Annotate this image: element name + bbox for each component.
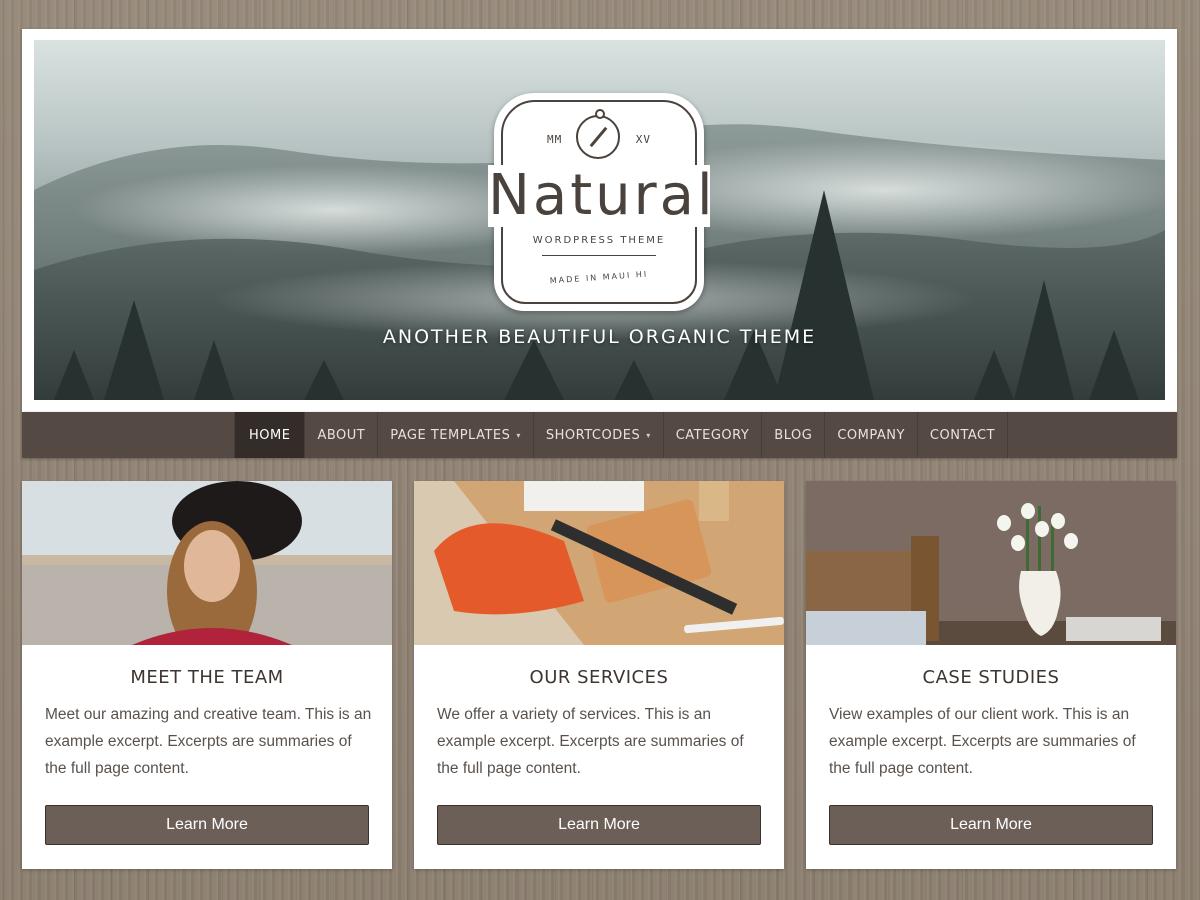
feature-card-case-studies: CASE STUDIES View examples of our client… [806,481,1176,869]
nav-item-page-templates[interactable]: PAGE TEMPLATES ▾ [378,412,534,458]
nav-item-label: BLOG [774,427,813,443]
nav-item-label: ABOUT [317,427,366,443]
site-logo[interactable]: MM XV Natural WORDPRESS THEME MADE IN MA… [488,93,713,311]
compass-icon [576,109,620,159]
hero-banner: MM XV Natural WORDPRESS THEME MADE IN MA… [34,40,1165,400]
feature-card-services: OUR SERVICES We offer a variety of servi… [414,481,784,869]
card-title: CASE STUDIES [922,667,1060,688]
logo-subtitle: WORDPRESS THEME [532,235,666,246]
site-tagline: ANOTHER BEAUTIFUL ORGANIC THEME [382,326,817,348]
site-header: MM XV Natural WORDPRESS THEME MADE IN MA… [22,29,1177,412]
services-photo[interactable] [414,481,784,645]
nav-item-company[interactable]: COMPANY [825,412,918,458]
logo-title: Natural [488,163,716,228]
nav-item-contact[interactable]: CONTACT [918,412,1009,458]
logo-roman-left: MM [547,133,563,146]
chevron-down-icon: ▾ [646,430,651,440]
card-excerpt: View examples of our client work. This i… [829,706,1136,777]
card-excerpt: Meet our amazing and creative team. This… [45,706,372,777]
logo-divider [542,255,656,256]
flower-vase-image [806,481,1176,645]
card-excerpt: We offer a variety of services. This is … [437,706,744,777]
learn-more-button[interactable]: Learn More [45,805,369,845]
feature-card-team: MEET THE TEAM Meet our amazing and creat… [22,481,392,869]
nav-item-label: SHORTCODES [545,427,641,443]
team-photo[interactable] [22,481,392,645]
main-navigation: HOME ABOUT PAGE TEMPLATES ▾ SHORTCODES ▾ C… [22,412,1177,458]
desk-workspace-image [414,481,784,645]
nav-item-label: PAGE TEMPLATES [390,427,511,443]
nav-item-blog[interactable]: BLOG [762,412,826,458]
nav-item-home[interactable]: HOME [235,412,306,458]
nav-item-label: COMPANY [837,427,905,443]
card-title: MEET THE TEAM [130,667,284,688]
learn-more-button[interactable]: Learn More [437,805,761,845]
logo-roman-right: XV [635,133,651,146]
chevron-down-icon: ▾ [516,430,521,440]
nav-item-label: CATEGORY [675,427,750,443]
nav-item-about[interactable]: ABOUT [305,412,379,458]
card-title: OUR SERVICES [529,667,669,688]
nav-item-label: CONTACT [929,427,996,443]
nav-menu: HOME ABOUT PAGE TEMPLATES ▾ SHORTCODES ▾ C… [234,412,1009,458]
nav-item-category[interactable]: CATEGORY [664,412,763,458]
learn-more-button[interactable]: Learn More [829,805,1153,845]
case-studies-photo[interactable] [806,481,1176,645]
nav-item-label: HOME [249,427,291,443]
woman-portrait-image [22,481,392,645]
nav-item-shortcodes[interactable]: SHORTCODES ▾ [534,412,664,458]
